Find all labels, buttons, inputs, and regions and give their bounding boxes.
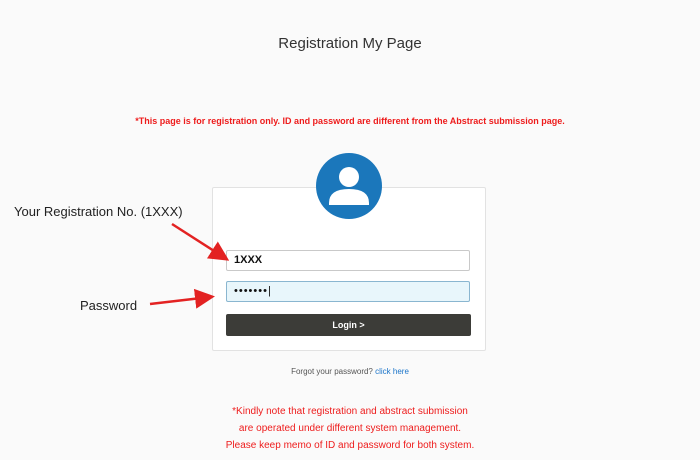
system-notice-line: Please keep memo of ID and password for … bbox=[225, 440, 475, 451]
page-title: Registration My Page bbox=[278, 35, 422, 52]
forgot-password-text: Forgot your password? click here bbox=[0, 367, 700, 376]
forgot-password-link[interactable]: click here bbox=[375, 367, 409, 376]
registration-number-callout: Your Registration No. (1XXX) bbox=[14, 204, 183, 219]
forgot-password-label: Forgot your password? bbox=[291, 367, 373, 376]
password-callout: Password bbox=[80, 298, 138, 313]
system-notice-line: are operated under different system mana… bbox=[238, 423, 462, 434]
login-button[interactable]: Login > bbox=[226, 314, 471, 336]
system-notice: *Kindly note that registration and abstr… bbox=[0, 403, 700, 454]
password-input[interactable]: •••••••| bbox=[226, 281, 470, 302]
registration-only-notice: *This page is for registration only. ID … bbox=[135, 116, 565, 126]
arrow-icon bbox=[149, 288, 215, 309]
registration-number-input[interactable]: 1XXX bbox=[226, 250, 470, 271]
system-notice-line: *Kindly note that registration and abstr… bbox=[232, 406, 468, 417]
user-avatar-icon bbox=[316, 153, 382, 219]
